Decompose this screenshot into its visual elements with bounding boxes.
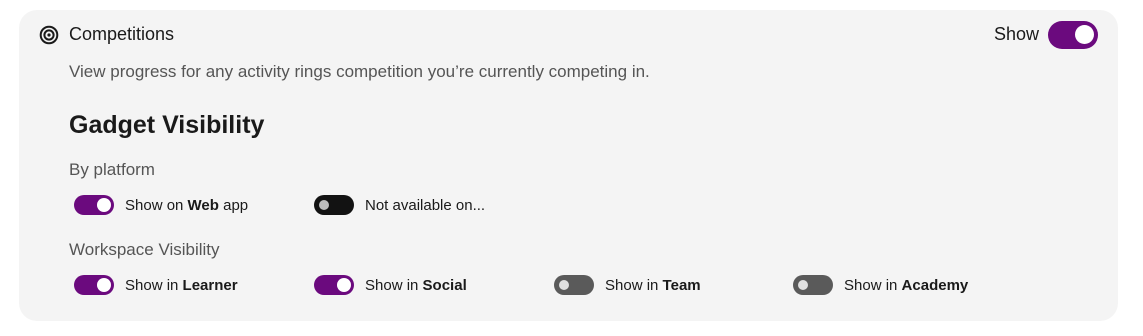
workspace-team-toggle[interactable] bbox=[554, 275, 594, 295]
workspace-visibility-heading: Workspace Visibility bbox=[69, 240, 220, 259]
platform-unavailable-label: Not available on... bbox=[365, 196, 486, 214]
workspace-social-label: Show in Social bbox=[365, 276, 467, 294]
platform-web-label: Show on Web app bbox=[125, 196, 249, 214]
gadget-visibility-title: Gadget Visibility bbox=[69, 111, 265, 139]
workspace-social-toggle-item[interactable]: Show in Social bbox=[314, 273, 467, 297]
toggle-knob bbox=[97, 278, 111, 292]
workspace-academy-toggle[interactable] bbox=[793, 275, 833, 295]
toggle-knob bbox=[97, 198, 111, 212]
show-label: Show bbox=[994, 24, 1040, 44]
toggle-knob bbox=[319, 200, 329, 210]
platform-unavailable-toggle[interactable] bbox=[314, 195, 354, 215]
platform-web-toggle[interactable] bbox=[74, 195, 114, 215]
workspace-learner-toggle[interactable] bbox=[74, 275, 114, 295]
workspace-academy-toggle-item[interactable]: Show in Academy bbox=[793, 273, 968, 297]
workspace-team-toggle-item[interactable]: Show in Team bbox=[554, 273, 701, 297]
workspace-social-toggle[interactable] bbox=[314, 275, 354, 295]
toggle-knob bbox=[337, 278, 351, 292]
show-competitions-toggle[interactable] bbox=[1048, 21, 1098, 49]
by-platform-heading: By platform bbox=[69, 160, 155, 179]
workspace-learner-label: Show in Learner bbox=[125, 276, 238, 294]
platform-unavailable-toggle-item[interactable]: Not available on... bbox=[314, 193, 485, 217]
workspace-team-label: Show in Team bbox=[605, 276, 701, 294]
workspace-academy-label: Show in Academy bbox=[844, 276, 969, 294]
card-description: View progress for any activity rings com… bbox=[69, 62, 650, 81]
competitions-card: Competitions Show View progress for any … bbox=[19, 10, 1118, 321]
card-title: Competitions bbox=[69, 24, 175, 44]
workspace-learner-toggle-item[interactable]: Show in Learner bbox=[74, 273, 238, 297]
toggle-knob bbox=[1075, 25, 1094, 44]
toggle-knob bbox=[559, 280, 569, 290]
toggle-knob bbox=[798, 280, 808, 290]
platform-web-toggle-item[interactable]: Show on Web app bbox=[74, 193, 248, 217]
target-icon bbox=[39, 25, 59, 45]
